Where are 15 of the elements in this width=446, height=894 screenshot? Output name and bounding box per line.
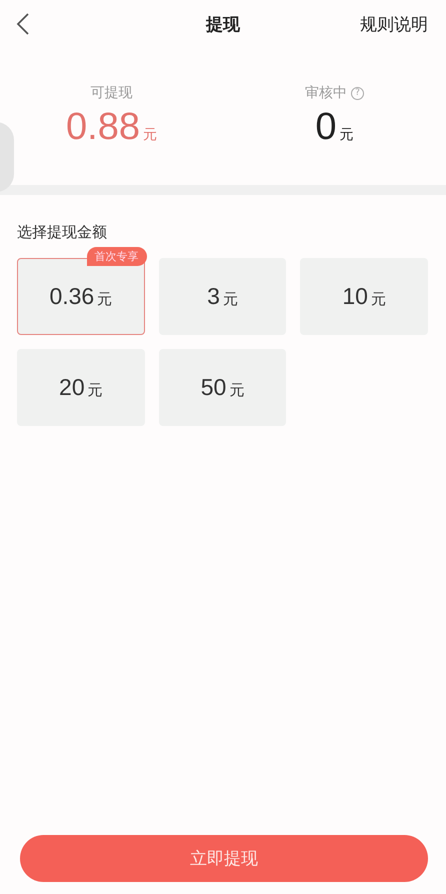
- page-title: 提现: [204, 14, 241, 36]
- balance-amount: 0: [315, 106, 337, 149]
- amount-option[interactable]: 20 元: [17, 349, 145, 426]
- rules-link[interactable]: 规则说明: [360, 12, 428, 36]
- section-title: 选择提现金额: [16, 222, 108, 243]
- currency-unit: 元: [340, 126, 354, 144]
- balance-amount: 0.88: [66, 106, 140, 149]
- amount-option[interactable]: 10 元: [300, 258, 428, 335]
- currency-unit: 元: [142, 126, 157, 144]
- first-time-badge: 首次专享: [86, 247, 147, 266]
- back-icon[interactable]: [16, 12, 30, 36]
- balance-label: 可提现: [90, 84, 132, 102]
- balance-label: 审核中: [305, 84, 347, 102]
- amount-option[interactable]: 3 元: [158, 258, 286, 335]
- amount-option[interactable]: 50 元: [158, 349, 286, 426]
